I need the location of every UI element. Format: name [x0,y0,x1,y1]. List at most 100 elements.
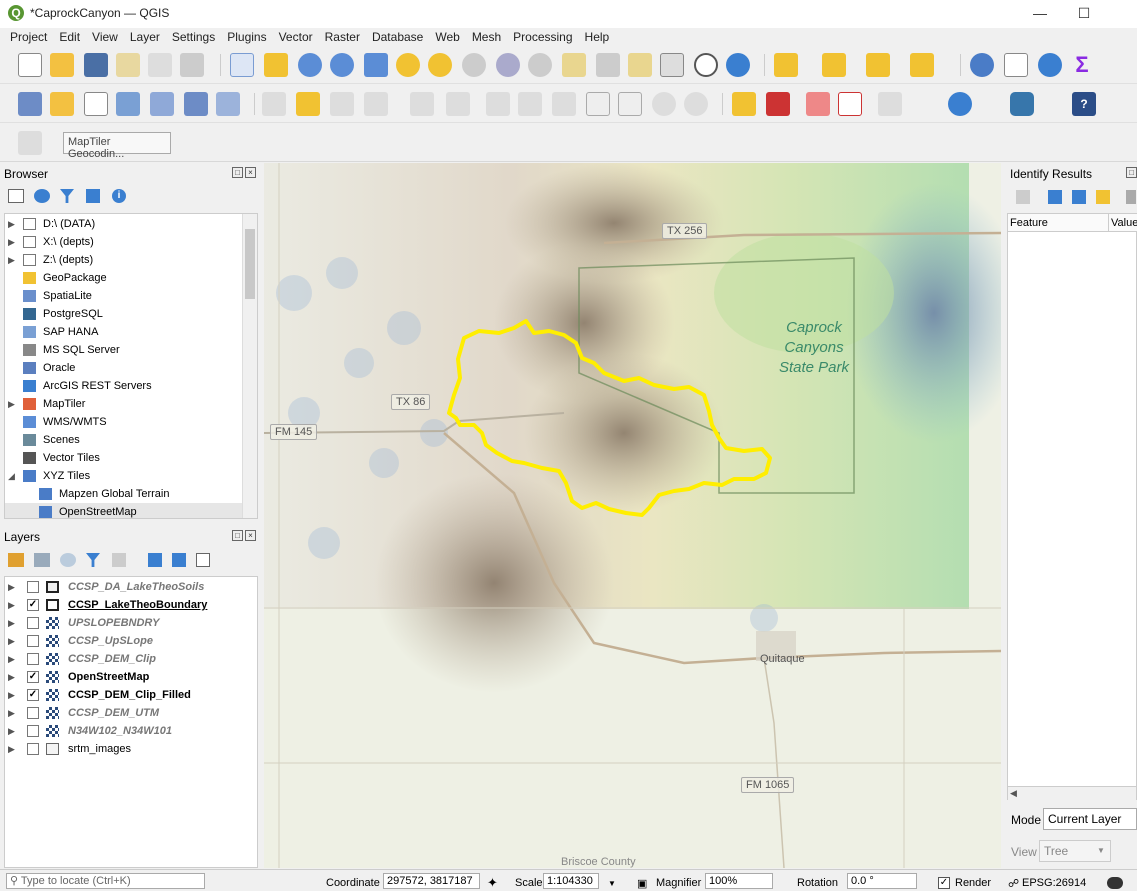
browser-item[interactable]: GeoPackage [5,269,243,287]
diagram-icon[interactable] [766,92,790,116]
collapse-all-icon[interactable] [172,553,186,567]
delete-selected-icon[interactable] [486,92,510,116]
zoom-last-icon[interactable] [496,53,520,77]
save-edits-icon[interactable] [330,92,354,116]
manage-visibility-icon[interactable] [60,553,76,567]
filter-legend-icon[interactable] [86,553,100,567]
browser-item[interactable]: SpatiaLite [5,287,243,305]
select-by-value-icon[interactable] [822,53,846,77]
refresh-icon[interactable] [34,189,50,203]
expand-arrow-icon[interactable]: ▶ [8,668,15,686]
open-project-icon[interactable] [50,53,74,77]
help-icon[interactable]: ? [1072,92,1096,116]
clear-results-icon[interactable] [1096,190,1110,204]
data-source-manager-icon[interactable] [18,92,42,116]
expand-tree-icon[interactable] [1016,190,1030,204]
layer-visibility-checkbox[interactable] [27,617,39,629]
browser-item[interactable]: ▶ Z:\ (depts) [5,251,243,269]
layer-visibility-checkbox[interactable]: ✓ [27,599,39,611]
new-print-layout-icon[interactable] [116,53,140,77]
identify-h-scrollbar[interactable]: ◀ [1008,786,1136,800]
expand-arrow-icon[interactable]: ▶ [8,632,15,650]
layer-visibility-checkbox[interactable]: ✓ [27,689,39,701]
collapse-tree-icon[interactable] [1048,190,1062,204]
menu-help[interactable]: Help [585,28,610,46]
menu-vector[interactable]: Vector [279,28,313,46]
zoom-selection-icon[interactable] [396,53,420,77]
layout-manager-icon[interactable] [148,53,172,77]
browser-item[interactable]: ▶ D:\ (DATA) [5,215,243,233]
layer-visibility-checkbox[interactable] [27,635,39,647]
bookmark-icon[interactable] [628,53,652,77]
identify-settings-icon[interactable] [1126,190,1136,204]
menu-mesh[interactable]: Mesh [472,28,501,46]
menu-view[interactable]: View [92,28,118,46]
processing-toolbox-icon[interactable] [1038,53,1062,77]
browser-item[interactable]: ◢ XYZ Tiles [5,467,243,485]
col-value-header[interactable]: Value [1111,217,1137,229]
browser-scrollbar[interactable] [242,214,257,518]
layer-visibility-checkbox[interactable] [27,653,39,665]
add-feature-icon[interactable] [364,92,388,116]
filter-icon[interactable] [60,189,74,203]
maptiler-geocoder-input[interactable]: MapTiler Geocodin... [63,132,171,160]
layer-item[interactable]: ▶ ✓ OpenStreetMap [5,668,255,686]
messages-icon[interactable] [1107,877,1123,889]
new-virtual-layer-icon[interactable] [150,92,174,116]
label-abc-icon[interactable] [732,92,756,116]
attribute-table-icon[interactable] [1004,53,1028,77]
menu-raster[interactable]: Raster [325,28,360,46]
expand-arrow-icon[interactable]: ▶ [8,578,15,596]
menu-layer[interactable]: Layer [130,28,160,46]
new-geopackage-icon[interactable] [50,92,74,116]
toggle-extents-icon[interactable]: ✦ [487,875,498,891]
col-feature-header[interactable]: Feature [1010,217,1048,229]
redo-icon[interactable] [684,92,708,116]
undo-icon[interactable] [652,92,676,116]
copy-features-icon[interactable] [586,92,610,116]
layer-item[interactable]: ▶ UPSLOPEBNDRY [5,614,255,632]
new-3d-map-icon[interactable] [596,53,620,77]
layer-visibility-checkbox[interactable] [27,707,39,719]
menu-database[interactable]: Database [372,28,423,46]
expand-arrow-icon[interactable]: ◢ [8,467,15,485]
pan-to-selection-icon[interactable] [264,53,288,77]
browser-item[interactable]: SAP HANA [5,323,243,341]
browser-scroll-thumb[interactable] [245,229,255,299]
modify-attributes-icon[interactable] [446,92,470,116]
minimize-button[interactable]: — [1030,4,1050,22]
layer-item[interactable]: ▶ ✓ CCSP_LakeTheoBoundary [5,596,255,614]
python-console-icon[interactable] [1010,92,1034,116]
expand-new-results-icon[interactable] [1072,190,1086,204]
browser-item[interactable]: ▶ MapTiler [5,395,243,413]
layer-styling-icon[interactable] [8,553,24,567]
zoom-native-icon[interactable] [462,53,486,77]
menu-processing[interactable]: Processing [513,28,572,46]
float-panel-icon[interactable]: □ [1126,167,1137,178]
zoom-layer-icon[interactable] [428,53,452,77]
layer-visibility-checkbox[interactable] [27,581,39,593]
menu-plugins[interactable]: Plugins [227,28,266,46]
browser-item[interactable]: Oracle [5,359,243,377]
layer-item[interactable]: ▶ N34W102_N34W101 [5,722,255,740]
expand-arrow-icon[interactable]: ▶ [8,251,15,269]
layer-visibility-checkbox[interactable] [27,725,39,737]
expand-arrow-icon[interactable]: ▶ [8,614,15,632]
expand-arrow-icon[interactable]: ▶ [8,740,15,758]
pan-map-icon[interactable] [230,53,254,77]
refresh-icon[interactable] [726,53,750,77]
identify-features-icon[interactable] [970,53,994,77]
close-panel-icon[interactable]: × [245,167,256,178]
crs-button[interactable]: EPSG:26914 [1022,877,1086,889]
layer-item[interactable]: ▶ CCSP_DA_LakeTheoSoils [5,578,255,596]
browser-item[interactable]: Vector Tiles [5,449,243,467]
add-vector-icon[interactable] [216,92,240,116]
expand-all-icon[interactable] [148,553,162,567]
browser-item[interactable]: PostgreSQL [5,305,243,323]
browser-item[interactable]: ArcGIS REST Servers [5,377,243,395]
float-panel-icon[interactable]: □ [232,530,243,541]
select-location-icon[interactable] [910,53,934,77]
snapping-icon[interactable] [18,131,42,155]
add-selected-layers-icon[interactable] [8,189,24,203]
collapse-all-icon[interactable] [86,189,100,203]
